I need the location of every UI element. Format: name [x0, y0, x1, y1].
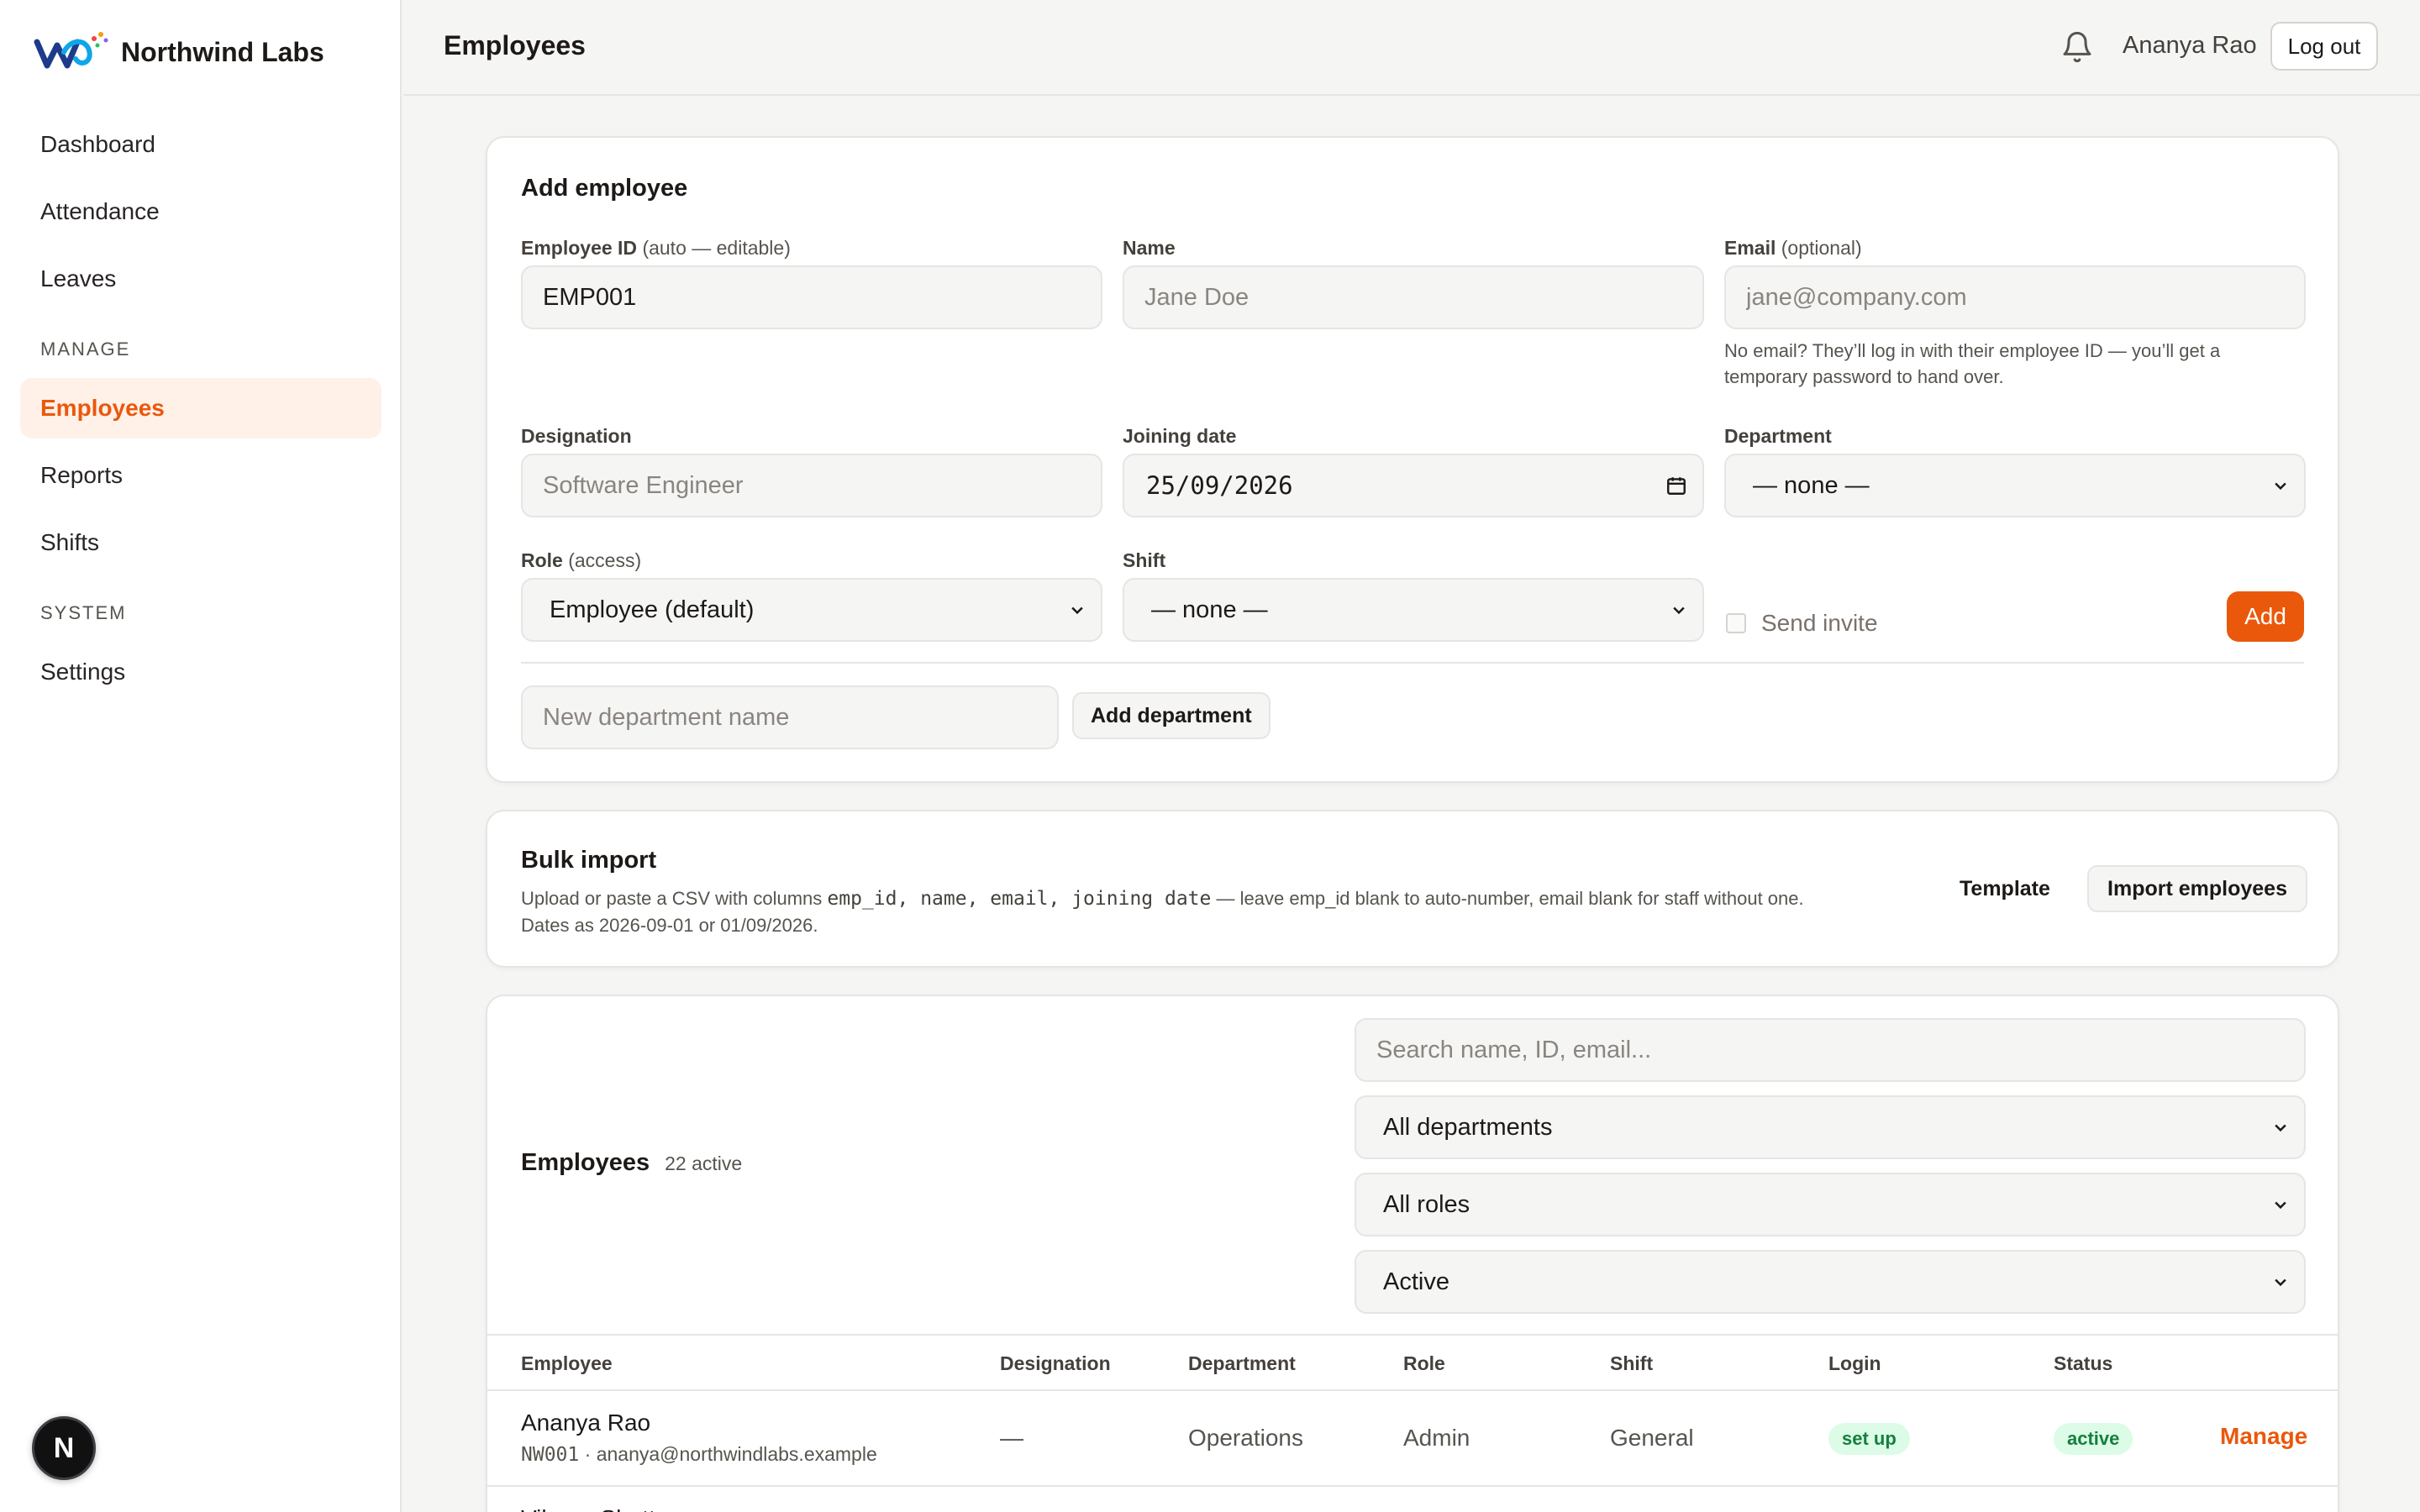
dev-badge[interactable]: N [32, 1416, 96, 1480]
brand-name: Northwind Labs [121, 36, 324, 67]
sidebar-item-leaves[interactable]: Leaves [20, 249, 381, 309]
employee-id-label: Employee ID (auto — editable) [521, 237, 791, 259]
employee-department: Operations [1188, 1425, 1303, 1451]
chevron-down-icon [2275, 1201, 2286, 1210]
email-input[interactable] [1724, 265, 2306, 329]
sidebar-section-system: SYSTEM [40, 602, 127, 623]
active-count: 22 active [665, 1152, 743, 1174]
csv-columns: emp_id, name, email, joining date [827, 888, 1212, 910]
name-label: Name [1123, 237, 1176, 259]
joining-date-value: 25/09/2026 [1146, 471, 1293, 500]
column-header-role[interactable]: Role [1403, 1352, 1445, 1375]
sidebar-section-manage: MANAGE [40, 339, 131, 360]
bulk-import-description: Upload or paste a CSV with columns emp_i… [521, 888, 1804, 936]
employee-role: Admin [1403, 1425, 1470, 1451]
joining-date-label: Joining date [1123, 425, 1237, 447]
name-input[interactable] [1123, 265, 1704, 329]
table-header: Employee Designation Department Role Shi… [487, 1334, 2338, 1391]
column-header-shift[interactable]: Shift [1610, 1352, 1653, 1375]
calendar-icon[interactable] [1665, 475, 1687, 496]
logout-button[interactable]: Log out [2270, 22, 2378, 71]
department-filter-value: All departments [1383, 1113, 1553, 1141]
sidebar-item-employees[interactable]: Employees [20, 378, 381, 438]
shift-label: Shift [1123, 549, 1166, 571]
sidebar-item-reports[interactable]: Reports [20, 445, 381, 506]
department-select-value: — none — [1753, 471, 1870, 499]
send-invite-toggle[interactable]: Send invite [1726, 610, 1878, 637]
brand[interactable]: Northwind Labs [34, 25, 324, 79]
department-label: Department [1724, 425, 1832, 447]
user-name: Ananya Rao [2123, 32, 2257, 59]
department-filter-select[interactable]: All departments [1355, 1095, 2306, 1159]
northwind-wave-logo-icon [34, 32, 108, 69]
column-header-department[interactable]: Department [1188, 1352, 1296, 1375]
login-status-badge: set up [1828, 1423, 1910, 1455]
import-employees-button[interactable]: Import employees [2087, 865, 2307, 912]
add-department-button[interactable]: Add department [1072, 692, 1270, 739]
shift-select-value: — none — [1151, 596, 1268, 623]
employee-id-email: NW001 · ananya@northwindlabs.example [521, 1443, 877, 1466]
bulk-import-title: Bulk import [521, 847, 657, 874]
sidebar-item-settings[interactable]: Settings [20, 642, 381, 702]
employee-name: Vikram Shetty [521, 1505, 667, 1512]
bulk-import-card: Bulk import Upload or paste a CSV with c… [486, 810, 2339, 968]
manage-link[interactable]: Manage [2220, 1423, 2307, 1450]
table-row[interactable]: Ananya Rao NW001 · ananya@northwindlabs.… [487, 1391, 2338, 1487]
role-select[interactable]: Employee (default) [521, 578, 1102, 642]
status-filter-value: Active [1383, 1268, 1449, 1295]
column-header-login[interactable]: Login [1828, 1352, 1881, 1375]
chevron-down-icon [2275, 1124, 2286, 1132]
status-badge: active [2054, 1423, 2133, 1455]
employees-heading: Employees 22 active [521, 1149, 742, 1177]
employee-shift: General [1610, 1425, 1694, 1451]
sidebar: Northwind Labs Dashboard Attendance Leav… [0, 0, 402, 1512]
chevron-down-icon [2275, 482, 2286, 491]
column-header-status[interactable]: Status [2054, 1352, 2112, 1375]
designation-input[interactable] [521, 454, 1102, 517]
employees-title: Employees [521, 1149, 650, 1176]
add-employee-button[interactable]: Add [2227, 591, 2304, 642]
chevron-down-icon [1673, 606, 1685, 615]
table-row[interactable]: Vikram Shetty [487, 1487, 2338, 1512]
email-label: Email (optional) [1724, 237, 1862, 259]
column-header-designation[interactable]: Designation [1000, 1352, 1111, 1375]
employee-designation: — [1000, 1425, 1023, 1451]
department-select[interactable]: — none — [1724, 454, 2306, 517]
chevron-down-icon [2275, 1278, 2286, 1287]
page-title: Employees [444, 30, 586, 60]
divider [521, 662, 2304, 664]
chevron-down-icon [1071, 606, 1083, 615]
role-filter-value: All roles [1383, 1190, 1470, 1218]
bell-icon[interactable] [2060, 30, 2094, 64]
role-label: Role (access) [521, 549, 642, 571]
employee-name: Ananya Rao [521, 1410, 651, 1436]
designation-label: Designation [521, 425, 632, 447]
sidebar-item-attendance[interactable]: Attendance [20, 181, 381, 242]
shift-select[interactable]: — none — [1123, 578, 1704, 642]
employee-id-input[interactable]: EMP001 [521, 265, 1102, 329]
send-invite-checkbox[interactable] [1726, 613, 1746, 633]
template-button[interactable]: Template [1960, 865, 2050, 912]
send-invite-label: Send invite [1761, 610, 1878, 636]
add-employee-card: Add employee Employee ID (auto — editabl… [486, 136, 2339, 783]
role-select-value: Employee (default) [550, 596, 755, 623]
role-filter-select[interactable]: All roles [1355, 1173, 2306, 1236]
joining-date-input[interactable]: 25/09/2026 [1123, 454, 1704, 517]
top-bar: Employees Ananya Rao Log out [403, 0, 2420, 96]
employees-list-card: Employees 22 active All departments All … [486, 995, 2339, 1512]
new-department-input[interactable] [521, 685, 1059, 749]
sidebar-item-shifts[interactable]: Shifts [20, 512, 381, 573]
add-employee-title: Add employee [521, 175, 688, 202]
status-filter-select[interactable]: Active [1355, 1250, 2306, 1314]
column-header-employee[interactable]: Employee [521, 1352, 613, 1375]
sidebar-item-dashboard[interactable]: Dashboard [20, 114, 381, 175]
search-input[interactable] [1355, 1018, 2306, 1082]
email-helper-text: No email? They’ll log in with their empl… [1724, 340, 2221, 387]
